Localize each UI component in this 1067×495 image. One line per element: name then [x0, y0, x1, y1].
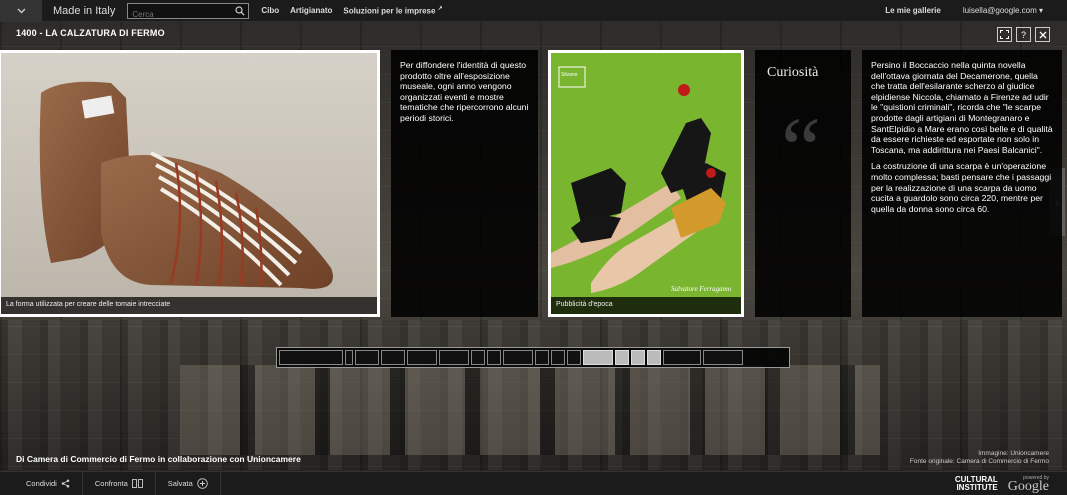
brand-title[interactable]: Made in Italy [53, 5, 115, 17]
nav-soluzioni[interactable]: Soluzioni per le imprese ↗ [343, 5, 442, 16]
image-credit: Immagine: Unioncamere [978, 450, 1049, 457]
quote-icon: “ [781, 100, 821, 199]
thumbnail-active[interactable] [615, 350, 629, 365]
footer-logos: CULTURAL INSTITUTE powered by Google [955, 475, 1049, 494]
card-text-body: Persino il Boccaccio nella quinta novell… [862, 50, 1062, 230]
thumbnail[interactable] [663, 350, 701, 365]
thumbnail-active[interactable] [647, 350, 661, 365]
compare-label: Confronta [94, 479, 128, 488]
image-source-credit: Immagine: Unioncamere Fonte originale: C… [910, 450, 1049, 466]
header-buttons: ? [997, 27, 1050, 42]
card-caption: Pubblicità d'epoca [551, 297, 741, 314]
thumbnail[interactable] [381, 350, 405, 365]
share-icon [61, 479, 70, 488]
user-email: luisella@google.com [962, 6, 1037, 15]
user-menu[interactable]: luisella@google.com ▾ [963, 6, 1043, 15]
add-gallery-icon [197, 478, 208, 489]
card-shoe-last[interactable]: La forma utilizzata per creare delle tom… [0, 50, 380, 317]
help-button[interactable]: ? [1016, 27, 1031, 42]
card-text-body: Per diffondere l'identità di questo prod… [400, 60, 529, 123]
thumbnail[interactable] [567, 350, 581, 365]
thumbnail-strip[interactable] [276, 347, 790, 368]
help-icon: ? [1020, 29, 1026, 40]
share-label: Condividi [26, 479, 57, 488]
ad-brand-label: Silvano [561, 72, 578, 78]
thumbnail[interactable] [279, 350, 343, 365]
shoe-last-photo [1, 53, 377, 297]
top-bar: Made in Italy Cibo Artigianato Soluzioni… [0, 0, 1067, 22]
thumbnail[interactable] [407, 350, 437, 365]
card-curiosity: Curiosità “ [755, 50, 851, 317]
search-box[interactable] [127, 2, 250, 21]
thumbnail[interactable] [345, 350, 353, 365]
fullscreen-icon [1000, 30, 1009, 39]
thumbnail[interactable] [355, 350, 379, 365]
google-wordmark: Google [1007, 478, 1049, 494]
ad-signature: Salvatore Ferragamo [671, 285, 732, 293]
chevron-down-icon [17, 8, 25, 13]
card-vintage-ad[interactable]: Silvano Salvatore Ferragamo Pubblicità d… [548, 50, 744, 317]
nav-artigianato[interactable]: Artigianato [290, 6, 332, 15]
caret-down-icon: ▾ [1038, 6, 1043, 15]
saved-button[interactable]: Salvata [156, 471, 221, 495]
curiosity-title: Curiosità [767, 65, 819, 80]
menu-toggle-button[interactable] [0, 0, 42, 22]
exhibit-credit: Di Camera di Commercio di Fermo in colla… [16, 454, 301, 464]
card-paragraph: Persino il Boccaccio nella quinta novell… [871, 60, 1053, 155]
search-input[interactable] [128, 7, 249, 21]
saved-label: Salvata [167, 479, 193, 488]
thumbnail[interactable] [487, 350, 501, 365]
search-icon[interactable] [235, 5, 246, 16]
thumbnail-active[interactable] [583, 350, 613, 365]
card-text-boccaccio: Persino il Boccaccio nella quinta novell… [862, 50, 1062, 317]
nav-cibo[interactable]: Cibo [261, 6, 279, 15]
share-button[interactable]: Condividi [0, 471, 83, 495]
thumbnail[interactable] [471, 350, 485, 365]
nav-soluzioni-label: Soluzioni per le imprese [343, 6, 436, 16]
google-logo: powered by Google [1007, 475, 1049, 494]
compare-icon [131, 479, 143, 488]
bottom-bar: Condividi Confronta Salvata CULTURAL INS… [0, 471, 1067, 495]
compare-button[interactable]: Confronta [83, 471, 156, 495]
vintage-ad-photo [551, 53, 741, 297]
source-credit: Fonte originale: Camera di Commercio di … [909, 458, 1049, 465]
close-icon [1039, 31, 1046, 38]
background-tables [180, 365, 880, 455]
thumbnail[interactable] [439, 350, 469, 365]
cultural-institute-logo: CULTURAL INSTITUTE [955, 475, 998, 492]
thumbnail[interactable] [535, 350, 549, 365]
page-title: 1400 - LA CALZATURA DI FERMO [16, 28, 165, 38]
thumbnail[interactable] [551, 350, 565, 365]
thumbnail[interactable] [703, 350, 743, 365]
thumbnail[interactable] [503, 350, 533, 365]
external-link-icon: ↗ [437, 6, 443, 13]
card-caption: La forma utilizzata per creare delle tom… [1, 297, 377, 314]
ci-logo-line2: INSTITUTE [956, 482, 998, 492]
fullscreen-button[interactable] [997, 27, 1012, 42]
close-button[interactable] [1035, 27, 1050, 42]
my-galleries-link[interactable]: Le mie gallerie [885, 6, 941, 15]
thumbnail-active[interactable] [631, 350, 645, 365]
card-paragraph: La costruzione di una scarpa è un'operaz… [871, 161, 1052, 214]
card-text-identity: Per diffondere l'identità di questo prod… [391, 50, 538, 317]
